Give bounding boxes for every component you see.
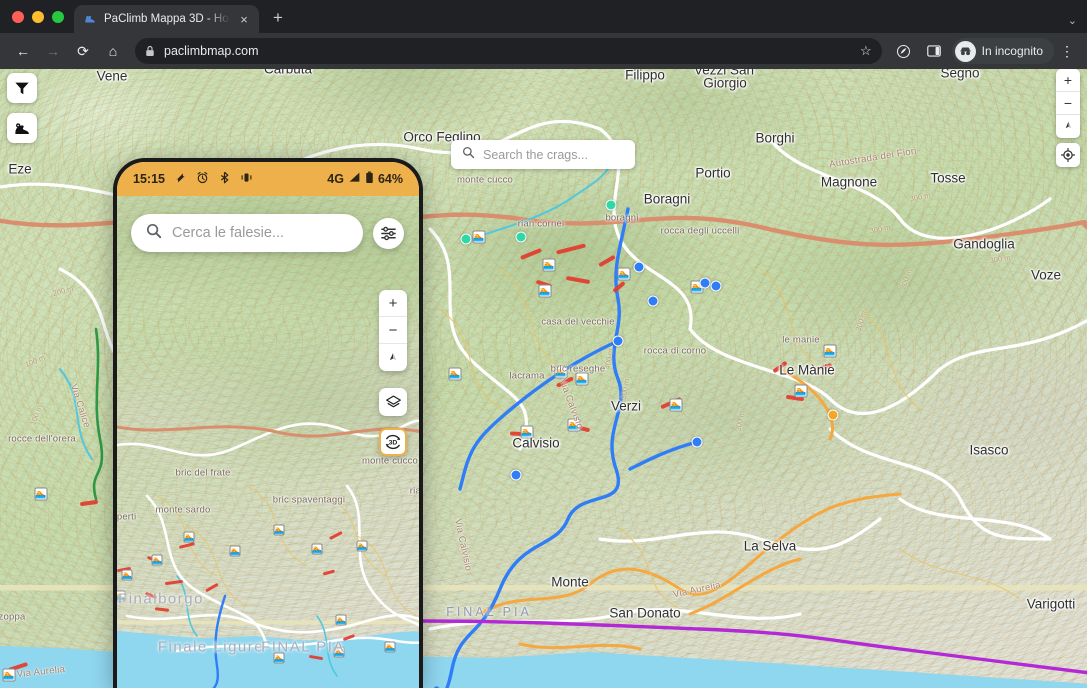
phone-search-input[interactable]: Cerca le falesie...	[172, 225, 284, 241]
layers-icon[interactable]	[379, 388, 407, 416]
alarm-icon	[196, 171, 209, 187]
three-d-toggle-button[interactable]: 3D	[379, 428, 407, 456]
tab-strip: PaClimb Mappa 3D - Homepag × + ⌄	[0, 0, 1087, 33]
map-zoom-controls: + −	[1056, 69, 1080, 138]
zoom-out-button[interactable]: −	[1056, 92, 1080, 115]
address-bar[interactable]: paclimbmap.com ☆	[135, 38, 882, 64]
phone-mockup: 15:15 4G 64% 🏊 🏊 🏊 🏊 🏊 🏊 🏊 🏊 🏊 🏊 🏊 Final…	[113, 158, 423, 688]
search-icon	[146, 223, 162, 244]
maximize-window-button[interactable]	[52, 10, 64, 23]
search-input[interactable]: Search the crags...	[483, 148, 588, 162]
extensions-icon[interactable]	[890, 37, 918, 65]
phone-battery-label: 64%	[377, 172, 403, 186]
incognito-indicator[interactable]: In incognito	[951, 38, 1054, 64]
phone-search-bar[interactable]: Cerca le falesie...	[131, 214, 363, 252]
browser-tab[interactable]: PaClimb Mappa 3D - Homepag ×	[74, 5, 259, 33]
search-icon	[462, 146, 475, 164]
map-viewport[interactable]: 🏊 🏊 🏊 🏊 🏊 🏊 🏊 🏊 🏊 🏊 🏊 🏊 🏊 🏊 🏊 300 m 300 …	[0, 69, 1087, 688]
phone-zoom-out-button[interactable]: −	[379, 317, 407, 344]
compass-icon[interactable]	[1056, 115, 1080, 138]
close-window-button[interactable]	[12, 10, 24, 23]
back-button[interactable]: ←	[9, 37, 37, 65]
map-tool-stack	[7, 73, 37, 143]
phone-zoom-controls: + −	[379, 290, 407, 371]
tab-title: PaClimb Mappa 3D - Homepag	[104, 13, 230, 25]
minimize-window-button[interactable]	[32, 10, 44, 23]
incognito-avatar	[954, 40, 976, 62]
browser-toolbar: ← → ⟳ ⌂ paclimbmap.com ☆ In incognito ⋮	[0, 33, 1087, 69]
phone-clock: 15:15	[133, 172, 165, 186]
filter-icon[interactable]	[7, 73, 37, 103]
notification-icon	[174, 171, 187, 187]
phone-status-bar: 15:15 4G 64%	[117, 162, 419, 196]
side-panel-icon[interactable]	[920, 37, 948, 65]
phone-zoom-in-button[interactable]: +	[379, 290, 407, 317]
vibrate-icon	[240, 171, 253, 187]
tune-icon[interactable]	[373, 218, 404, 249]
bluetooth-icon	[218, 171, 231, 187]
incognito-label: In incognito	[981, 44, 1043, 58]
home-button[interactable]: ⌂	[99, 37, 127, 65]
zoom-in-button[interactable]: +	[1056, 69, 1080, 92]
geolocate-button[interactable]	[1056, 143, 1080, 167]
close-tab-button[interactable]: ×	[237, 13, 251, 26]
window-controls[interactable]	[10, 0, 74, 33]
climbing-shoe-icon[interactable]	[7, 113, 37, 143]
battery-icon	[365, 171, 374, 187]
signal-icon	[348, 171, 361, 187]
svg-text:3D: 3D	[389, 440, 398, 447]
phone-network-label: 4G	[327, 172, 344, 186]
url-text: paclimbmap.com	[164, 44, 259, 58]
phone-compass-icon[interactable]	[379, 344, 407, 371]
climbing-shoe-icon	[82, 12, 97, 27]
phone-map-canvas[interactable]: 🏊 🏊 🏊 🏊 🏊 🏊 🏊 🏊 🏊 🏊 🏊 🏊 FinalborgoFinale…	[117, 196, 419, 688]
search-bar[interactable]: Search the crags...	[451, 140, 635, 169]
lock-icon	[145, 45, 155, 57]
new-tab-button[interactable]: +	[267, 8, 289, 28]
forward-button[interactable]: →	[39, 37, 67, 65]
bookmark-star-icon[interactable]: ☆	[860, 43, 872, 59]
chevron-down-icon[interactable]: ⌄	[1068, 14, 1077, 27]
phone-roads-layer	[117, 419, 419, 688]
browser-window: PaClimb Mappa 3D - Homepag × + ⌄ ← → ⟳ ⌂…	[0, 0, 1087, 688]
reload-button[interactable]: ⟳	[69, 37, 97, 65]
browser-menu-button[interactable]: ⋮	[1056, 43, 1078, 60]
